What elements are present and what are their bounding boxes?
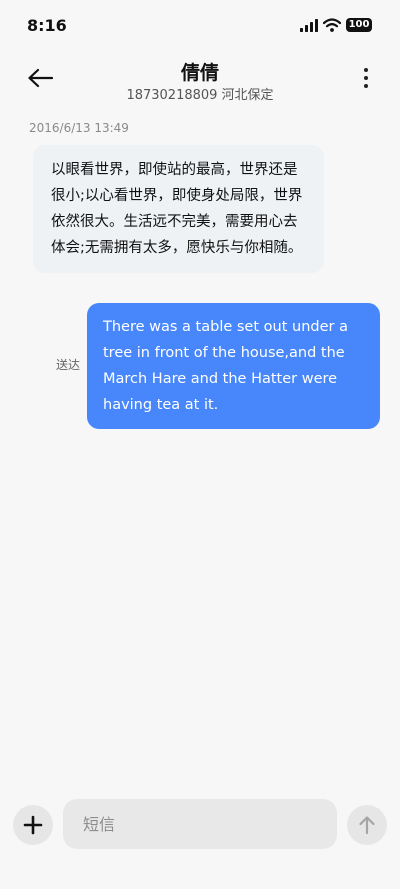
conversation-header: 倩倩 18730218809 河北保定 xyxy=(0,52,400,108)
incoming-message-bubble[interactable]: 以眼看世界，即使站的最高，世界还是很小;以心看世界，即使身处局限，世界依然很大。… xyxy=(33,145,324,273)
plus-icon xyxy=(23,815,43,835)
message-input[interactable] xyxy=(63,799,337,849)
more-vertical-icon xyxy=(364,68,368,72)
contact-name: 倩倩 xyxy=(180,62,219,84)
status-icons: 100 xyxy=(300,18,372,32)
delivery-status: 送达 xyxy=(56,358,81,372)
battery-icon: 100 xyxy=(346,18,372,32)
message-timestamp: 2016/6/13 13:49 xyxy=(29,121,129,135)
send-button[interactable] xyxy=(347,805,387,845)
status-time: 8:16 xyxy=(27,16,67,35)
contact-subtitle: 18730218809 河北保定 xyxy=(126,88,274,103)
more-button[interactable] xyxy=(358,64,374,92)
add-attachment-button[interactable] xyxy=(13,805,53,845)
outgoing-message-bubble[interactable]: There was a table set out under a tree i… xyxy=(87,303,380,429)
arrow-up-icon xyxy=(359,816,375,835)
signal-icon xyxy=(300,18,318,32)
wifi-icon xyxy=(323,18,341,32)
status-bar: 8:16 100 xyxy=(0,0,400,52)
